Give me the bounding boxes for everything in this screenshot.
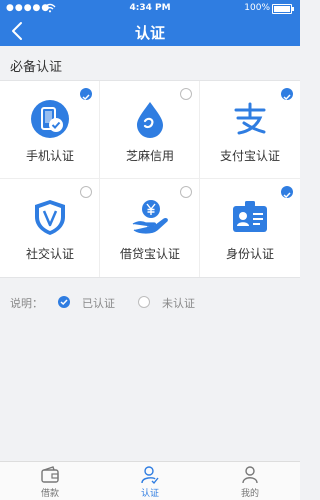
check-icon — [283, 192, 291, 199]
card-social-verification[interactable]: 社交认证 — [0, 179, 100, 277]
tab-verify[interactable]: 认证 — [100, 462, 200, 500]
card-sesame-credit[interactable]: 芝麻信用 — [100, 81, 200, 179]
wallet-icon — [41, 466, 59, 483]
battery-icon — [272, 4, 294, 14]
status-bar: ●●●●● 4:34 PM 100% — [0, 0, 300, 16]
hand-yen-icon — [132, 200, 168, 234]
legend-unverified-label: 未认证 — [162, 297, 195, 310]
card-label: 身份认证 — [225, 247, 274, 261]
card-label: 借贷宝认证 — [119, 247, 180, 261]
unchecked-indicator — [180, 88, 192, 100]
alipay-icon — [234, 102, 266, 135]
page-title: 认证 — [134, 24, 165, 42]
tab-loan[interactable]: 借款 — [0, 462, 100, 500]
verification-grid: 手机认证 芝麻信用 支付宝认证 社交认证 借贷宝认证 身份认证 — [0, 80, 300, 278]
checked-indicator — [281, 186, 293, 199]
card-jiedaibao-verification[interactable]: 借贷宝认证 — [100, 179, 200, 277]
card-phone-verification[interactable]: 手机认证 — [0, 81, 100, 179]
card-identity-verification[interactable]: 身份认证 — [200, 179, 300, 277]
id-card-icon — [233, 201, 267, 232]
legend-prefix: 说明： — [10, 297, 43, 310]
unverified-dot-icon — [138, 296, 150, 308]
shield-v-icon — [35, 200, 65, 235]
phone-verified-icon — [31, 100, 69, 138]
unchecked-indicator — [80, 186, 92, 198]
checked-indicator — [281, 88, 293, 101]
nav-bar: 认证 — [0, 16, 300, 46]
tab-label: 我的 — [240, 489, 259, 499]
verified-dot-icon — [58, 296, 70, 308]
card-label: 手机认证 — [25, 149, 74, 163]
card-alipay-verification[interactable]: 支付宝认证 — [200, 81, 300, 179]
bottom-tab-bar: 借款 认证 我的 — [0, 461, 300, 500]
section-title: 必备认证 — [10, 60, 63, 75]
card-label: 社交认证 — [25, 247, 74, 261]
check-icon — [82, 94, 90, 101]
unchecked-indicator — [180, 186, 192, 198]
checked-indicator — [80, 88, 92, 101]
check-icon — [283, 94, 291, 101]
header-bar: ●●●●● 4:34 PM 100% 认证 — [0, 0, 300, 46]
tab-label: 认证 — [140, 489, 159, 499]
user-check-icon — [141, 466, 159, 485]
sesame-drop-icon — [137, 102, 163, 138]
tab-label: 借款 — [40, 489, 59, 499]
person-icon — [242, 466, 258, 484]
legend-verified-label: 已认证 — [82, 297, 115, 310]
tab-mine[interactable]: 我的 — [200, 462, 300, 500]
card-label: 芝麻信用 — [125, 149, 174, 163]
card-label: 支付宝认证 — [219, 149, 280, 163]
battery-percentage: 100% — [244, 3, 270, 13]
